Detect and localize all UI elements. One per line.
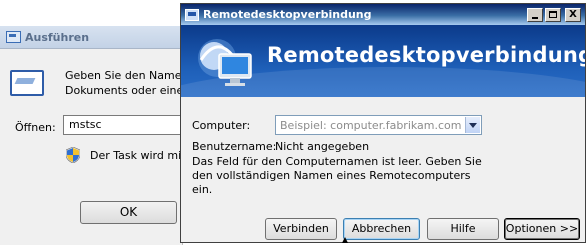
chevron-down-icon[interactable] [465, 117, 480, 133]
rdp-body: Computer: Beispiel: computer.fabrikam.co… [181, 97, 585, 242]
run-titlebar: Ausführen [0, 26, 182, 49]
run-task-text: Der Task wird mi [90, 149, 182, 162]
rdp-banner: Remotedesktopverbindung [181, 25, 585, 97]
username-label: Benutzername: [192, 140, 277, 153]
computer-label: Computer: [192, 119, 251, 132]
ok-button[interactable]: OK [80, 201, 177, 224]
rdp-system-icon[interactable] [185, 8, 199, 21]
open-label: Öffnen: [15, 121, 56, 134]
remote-desktop-logo-icon [198, 39, 252, 86]
minimize-button[interactable] [527, 7, 543, 22]
run-description: Geben Sie den Namen Dokuments oder eine [65, 68, 185, 98]
close-button[interactable]: X [565, 7, 581, 22]
maximize-button[interactable] [545, 7, 561, 22]
rdp-titlebar[interactable]: Remotedesktopverbindung X [181, 4, 585, 25]
run-description-line2: Dokuments oder eine [65, 84, 184, 97]
run-dialog: Ausführen Geben Sie den Namen Dokuments … [0, 26, 185, 245]
username-value: Nicht angegeben [275, 140, 370, 153]
mouse-cursor-icon [342, 237, 348, 243]
open-input[interactable]: mstsc [63, 115, 182, 135]
banner-title: Remotedesktopverbindung [267, 43, 585, 67]
rdp-window-title: Remotedesktopverbindung [203, 8, 372, 21]
uac-shield-icon [66, 147, 80, 163]
run-title: Ausführen [25, 30, 90, 44]
connect-button[interactable]: Verbinden [265, 218, 337, 240]
run-icon [6, 31, 21, 43]
run-description-line1: Geben Sie den Namen [65, 69, 185, 82]
computer-placeholder: Beispiel: computer.fabrikam.com [280, 119, 462, 132]
cancel-button[interactable]: Abbrechen [343, 218, 420, 240]
help-button[interactable]: Hilfe [427, 218, 499, 240]
options-button[interactable]: Optionen >> [504, 218, 580, 240]
rdp-window: Remotedesktopverbindung X Remotedesktopv… [180, 3, 586, 243]
error-message: Das Feld für den Computernamen ist leer.… [192, 155, 482, 196]
run-program-icon [10, 70, 44, 96]
computer-combobox[interactable]: Beispiel: computer.fabrikam.com [275, 115, 482, 135]
